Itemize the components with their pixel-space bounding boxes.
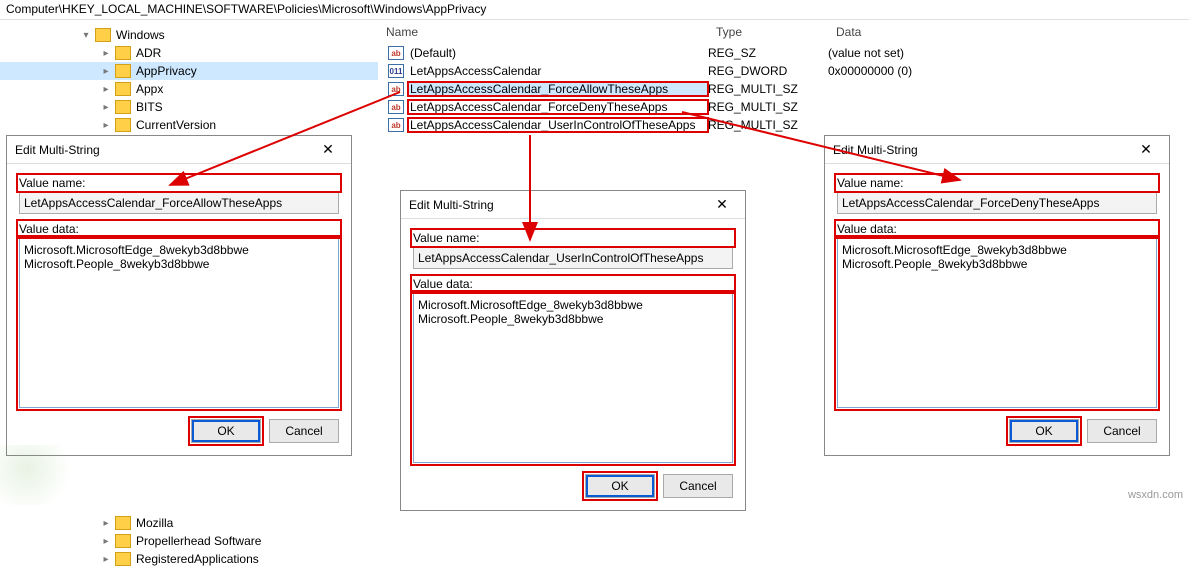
value-type: REG_MULTI_SZ — [708, 100, 828, 114]
value-name-label: Value name: — [413, 231, 733, 245]
tree-key-currentversion[interactable]: ▸CurrentVersion — [0, 116, 378, 134]
tree-key-appx[interactable]: ▸Appx — [0, 80, 378, 98]
folder-icon — [95, 28, 111, 42]
value-name-field[interactable] — [837, 192, 1157, 214]
ok-button[interactable]: OK — [585, 474, 655, 498]
value-row[interactable]: ab LetAppsAccessCalendar_ForceDenyTheseAp… — [380, 98, 1189, 116]
edit-multistring-dialog: Edit Multi-String✕ Value name: Value data:… — [6, 135, 352, 456]
value-name: LetAppsAccessCalendar_ForceDenyTheseApps — [408, 100, 708, 114]
value-icon: ab — [388, 82, 404, 96]
value-name-label: Value name: — [19, 176, 339, 190]
value-name-field[interactable] — [19, 192, 339, 214]
dialog-title: Edit Multi-String — [409, 198, 707, 212]
dialog-title: Edit Multi-String — [833, 143, 1131, 157]
address-bar[interactable]: Computer\HKEY_LOCAL_MACHINE\SOFTWARE\Pol… — [0, 0, 1189, 20]
value-row[interactable]: 011 LetAppsAccessCalendarREG_DWORD0x00000… — [380, 62, 1189, 80]
watermark-text: wsxdn.com — [1128, 489, 1183, 501]
value-row[interactable]: ab LetAppsAccessCalendar_ForceAllowTheseA… — [380, 80, 1189, 98]
value-name: LetAppsAccessCalendar_UserInControlOfThe… — [408, 118, 708, 132]
watermark-logo — [0, 445, 90, 505]
ok-button[interactable]: OK — [1009, 419, 1079, 443]
edit-multistring-dialog: Edit Multi-String✕ Value name: Value data:… — [824, 135, 1170, 456]
value-name: (Default) — [408, 46, 708, 60]
folder-icon — [115, 100, 131, 114]
value-data-label: Value data: — [19, 222, 339, 236]
value-icon: ab — [388, 118, 404, 132]
value-type: REG_SZ — [708, 46, 828, 60]
folder-icon — [115, 46, 131, 60]
close-icon[interactable]: ✕ — [707, 195, 737, 215]
cancel-button[interactable]: Cancel — [269, 419, 339, 443]
value-icon: ab — [388, 100, 404, 114]
tree-key-bits[interactable]: ▸BITS — [0, 98, 378, 116]
expand-icon[interactable]: ▾ — [80, 30, 92, 41]
value-type: REG_MULTI_SZ — [708, 82, 828, 96]
expand-icon[interactable]: ▸ — [100, 48, 112, 59]
dialog-title: Edit Multi-String — [15, 143, 313, 157]
value-row[interactable]: ab LetAppsAccessCalendar_UserInControlOfT… — [380, 116, 1189, 134]
close-icon[interactable]: ✕ — [313, 140, 343, 160]
tree-key-windows[interactable]: ▾ Windows — [0, 26, 378, 44]
expand-icon[interactable]: ▸ — [100, 66, 112, 77]
value-name-field[interactable] — [413, 247, 733, 269]
tree-key[interactable]: ▸Mozilla — [0, 514, 378, 532]
folder-icon — [115, 118, 131, 132]
expand-icon[interactable]: ▸ — [100, 84, 112, 95]
value-data-field[interactable]: Microsoft.MicrosoftEdge_8wekyb3d8bbwe Mi… — [19, 238, 339, 408]
value-name: LetAppsAccessCalendar — [408, 64, 708, 78]
value-name: LetAppsAccessCalendar_ForceAllowTheseApp… — [408, 82, 708, 96]
value-data: (value not set) — [828, 46, 904, 60]
value-list[interactable]: ab (Default)REG_SZ(value not set) 011 LetAp… — [380, 44, 1189, 134]
column-type[interactable]: Type — [710, 22, 830, 42]
value-icon: 011 — [388, 64, 404, 78]
value-data-label: Value data: — [837, 222, 1157, 236]
value-data-field[interactable]: Microsoft.MicrosoftEdge_8wekyb3d8bbwe Mi… — [837, 238, 1157, 408]
ok-button[interactable]: OK — [191, 419, 261, 443]
column-name[interactable]: Name — [380, 22, 710, 42]
folder-icon — [115, 82, 131, 96]
tree-key[interactable]: ▸RegisteredApplications — [0, 550, 378, 568]
value-data-label: Value data: — [413, 277, 733, 291]
value-icon: ab — [388, 46, 404, 60]
cancel-button[interactable]: Cancel — [663, 474, 733, 498]
value-row[interactable]: ab (Default)REG_SZ(value not set) — [380, 44, 1189, 62]
tree-key-appprivacy[interactable]: ▸AppPrivacy — [0, 62, 378, 80]
expand-icon[interactable]: ▸ — [100, 102, 112, 113]
column-data[interactable]: Data — [830, 22, 1189, 42]
tree-key[interactable]: ▸Propellerhead Software — [0, 532, 378, 550]
edit-multistring-dialog: Edit Multi-String✕ Value name: Value data:… — [400, 190, 746, 511]
folder-icon — [115, 64, 131, 78]
expand-icon[interactable]: ▸ — [100, 120, 112, 131]
value-data-field[interactable]: Microsoft.MicrosoftEdge_8wekyb3d8bbwe Mi… — [413, 293, 733, 463]
cancel-button[interactable]: Cancel — [1087, 419, 1157, 443]
value-type: REG_MULTI_SZ — [708, 118, 828, 132]
close-icon[interactable]: ✕ — [1131, 140, 1161, 160]
value-type: REG_DWORD — [708, 64, 828, 78]
value-data: 0x00000000 (0) — [828, 64, 912, 78]
list-header: Name Type Data — [380, 22, 1189, 42]
tree-key-adr[interactable]: ▸ADR — [0, 44, 378, 62]
value-name-label: Value name: — [837, 176, 1157, 190]
